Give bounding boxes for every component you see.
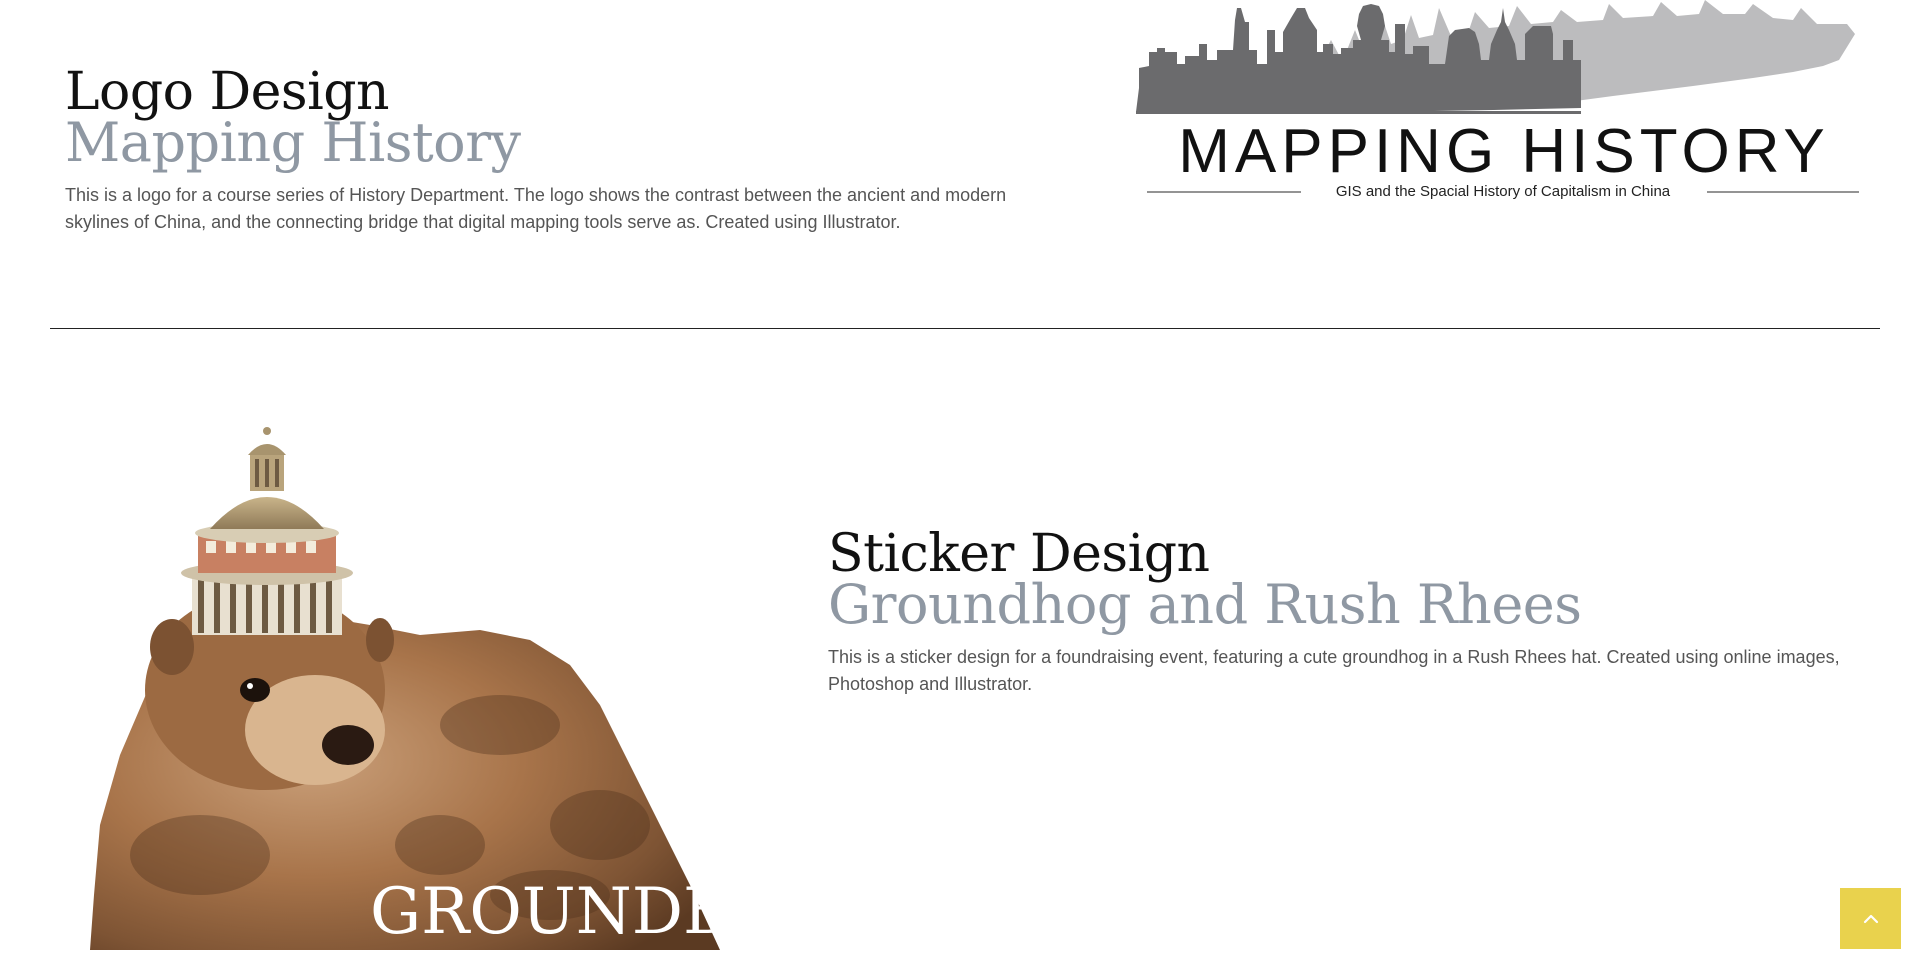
sticker-wordmark: GROUNDBOI xyxy=(370,875,780,949)
project-title: Groundhog and Rush Rhees xyxy=(828,573,1582,636)
skyline-base xyxy=(1136,111,1581,114)
groundhog-ear-right xyxy=(366,618,394,662)
back-to-top-button[interactable] xyxy=(1840,888,1901,949)
groundhog-eye xyxy=(240,678,270,702)
logo-tagline: GIS and the Spacial History of Capitalis… xyxy=(1336,183,1671,200)
logo-wordmark: MAPPING HISTORY xyxy=(1178,117,1830,186)
groundhog-nose xyxy=(322,725,374,765)
rush-rhees-dome-hat xyxy=(181,427,353,635)
chevron-up-icon xyxy=(1863,914,1879,924)
project-title: Mapping History xyxy=(65,111,521,174)
project-description: This is a sticker design for a foundrais… xyxy=(828,647,1840,694)
project-description: This is a logo for a course series of Hi… xyxy=(65,185,1007,232)
project-text: Logo Design Mapping History This is a lo… xyxy=(65,66,1065,236)
project-text: Sticker Design Groundhog and Rush Rhees … xyxy=(828,528,1858,698)
eye-highlight xyxy=(247,683,253,689)
section-divider xyxy=(50,328,1880,329)
groundboi-sticker: GROUNDBOI xyxy=(80,425,809,955)
groundhog-ear-left xyxy=(150,619,194,675)
mapping-history-logo: MAPPING HISTORY GIS and the Spacial Hist… xyxy=(1133,0,1873,210)
